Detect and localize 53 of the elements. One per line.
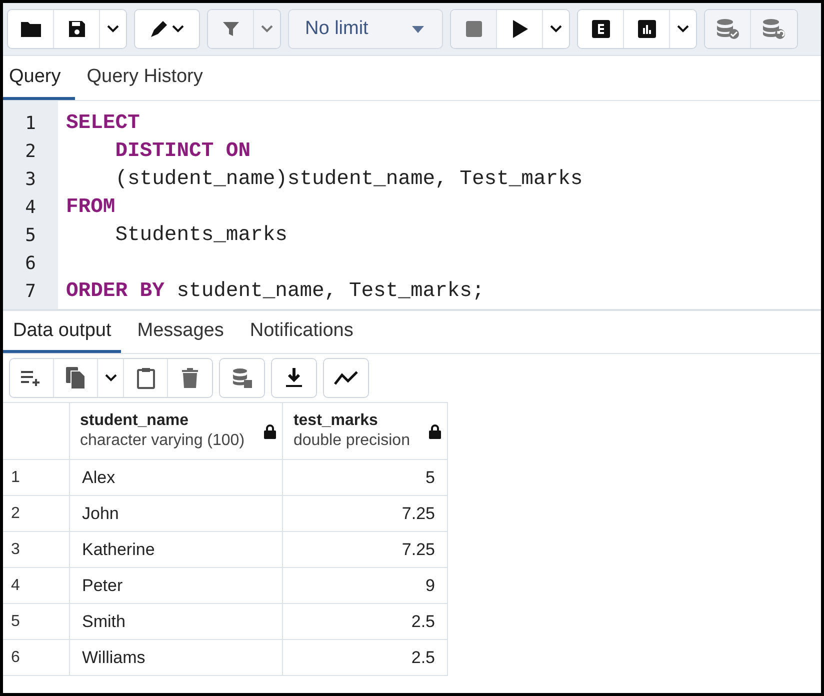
- code-line: FROM: [66, 196, 116, 218]
- stop-icon[interactable]: [451, 10, 497, 48]
- database-undo-icon[interactable]: [751, 10, 797, 48]
- pen-icon[interactable]: [135, 10, 199, 48]
- table-cell: 7.25: [283, 496, 448, 531]
- row-limit-dropdown[interactable]: No limit: [288, 9, 443, 49]
- row-number: 3: [3, 532, 70, 567]
- code-line: Students_marks: [114, 224, 288, 246]
- table-cell: 7.25: [283, 532, 448, 567]
- table-cell: Peter: [70, 568, 284, 603]
- table-cell: John: [70, 496, 284, 531]
- code-line: SELECT: [66, 112, 140, 134]
- output-tab[interactable]: Messages: [127, 311, 234, 353]
- line-number: 4: [24, 196, 37, 218]
- code-line: ORDER BY student_name, Test_marks;: [66, 280, 484, 302]
- line-number: 3: [24, 168, 37, 190]
- caret-icon: [412, 26, 424, 32]
- line-number: 1: [24, 112, 37, 134]
- row-number: 5: [3, 604, 70, 639]
- code-line: DISTINCT ON: [114, 140, 251, 162]
- output-tab[interactable]: Data output: [3, 311, 122, 353]
- table-cell: 9: [283, 568, 448, 603]
- table-cell: 5: [283, 460, 448, 495]
- download-icon[interactable]: [272, 359, 316, 397]
- line-graph-icon[interactable]: [324, 359, 368, 397]
- table-cell: Smith: [70, 604, 284, 639]
- row-number: 2: [3, 496, 70, 531]
- table-cell: Alex: [70, 460, 284, 495]
- table-cell: 2.5: [283, 640, 448, 675]
- row-number: 1: [3, 460, 70, 495]
- line-number: 5: [24, 224, 37, 246]
- column-header[interactable]: test_marks double precision: [283, 403, 448, 459]
- add-row-icon[interactable]: [10, 359, 54, 397]
- code-editor[interactable]: 1 SELECT 2 DISTINCT ON 3 (student_name)student_name, Test_marks 4 FROM 5 Students_marks 6 7 ORDER BY student_name, Test_marks;: [3, 101, 821, 311]
- table-cell: 2.5: [283, 604, 448, 639]
- code-line: (student_name)student_name, Test_marks: [114, 168, 583, 190]
- query-tab[interactable]: Query History: [80, 56, 217, 100]
- database-check-icon[interactable]: [705, 10, 751, 48]
- row-number: 6: [3, 640, 70, 675]
- column-header[interactable]: student_name character varying (100): [70, 403, 284, 459]
- line-number: 2: [24, 140, 37, 162]
- output-tab[interactable]: Notifications: [240, 311, 364, 353]
- table-cell: Williams: [70, 640, 284, 675]
- database-save-icon[interactable]: [220, 359, 264, 397]
- table-cell: Katherine: [70, 532, 284, 567]
- line-number: 6: [24, 252, 37, 274]
- folder-icon[interactable]: [8, 10, 54, 48]
- row-number: 4: [3, 568, 70, 603]
- lock-icon: [264, 424, 276, 438]
- lock-icon: [429, 424, 441, 438]
- explain-icon[interactable]: [578, 10, 624, 48]
- line-number: 7: [24, 280, 37, 302]
- filter-icon[interactable]: [208, 10, 254, 48]
